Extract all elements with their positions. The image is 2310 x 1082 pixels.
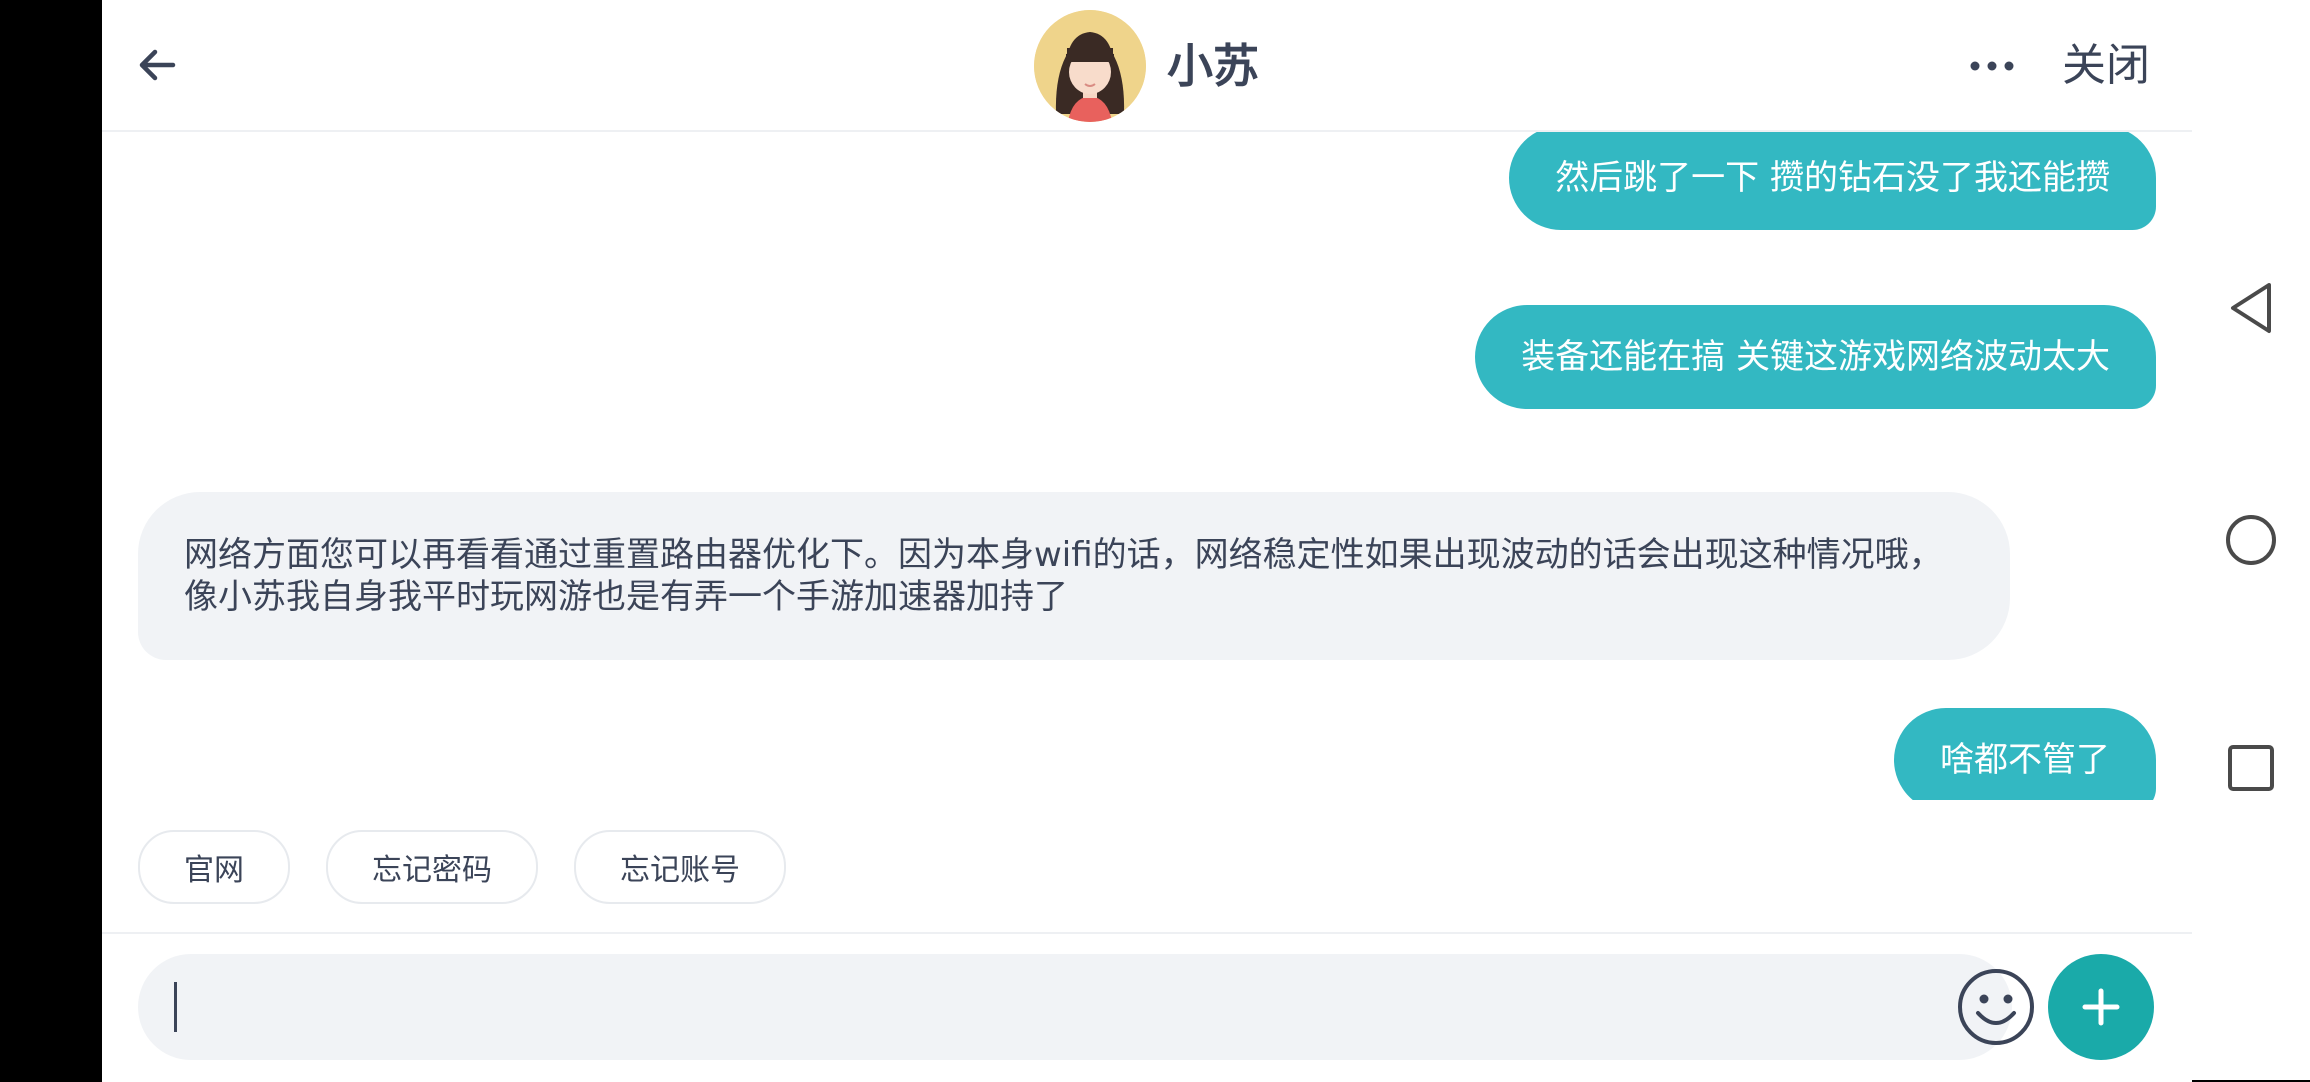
more-dots-icon xyxy=(1970,61,2014,71)
back-triangle-icon xyxy=(2231,283,2271,333)
quick-reply-chip[interactable]: 忘记密码 xyxy=(326,830,538,904)
chat-header: 小苏 关闭 xyxy=(102,0,2192,132)
recents-square-icon xyxy=(2228,745,2274,791)
message-text: 装备还能在搞 关键这游戏网络波动太大 xyxy=(1521,337,2110,377)
back-button[interactable] xyxy=(122,25,192,105)
more-button[interactable] xyxy=(1957,36,2027,96)
smiley-icon xyxy=(1958,969,2034,1045)
add-attachment-button[interactable] xyxy=(2048,954,2154,1060)
quick-reply-chip[interactable]: 忘记账号 xyxy=(574,830,786,904)
avatar xyxy=(1034,10,1146,122)
system-back-button[interactable] xyxy=(2192,263,2310,353)
plus-icon xyxy=(2082,988,2120,1026)
user-message: 然后跳了一下 攒的钻石没了我还能攒 xyxy=(1509,132,2156,230)
message-text: 然后跳了一下 攒的钻石没了我还能攒 xyxy=(1555,158,2110,198)
quick-reply-bar: 官网 忘记密码 忘记账号 xyxy=(138,830,786,904)
back-arrow-icon xyxy=(139,49,176,81)
system-nav-bar xyxy=(2192,0,2310,1080)
composer xyxy=(102,932,2192,1082)
user-message: 装备还能在搞 关键这游戏网络波动太大 xyxy=(1475,305,2156,409)
message-text: 啥都不管了 xyxy=(1940,740,2110,780)
close-button[interactable]: 关闭 xyxy=(2062,36,2150,96)
home-circle-icon xyxy=(2226,515,2276,565)
message-text: 网络方面您可以再看看通过重置路由器优化下。因为本身wifi的话，网络稳定性如果出… xyxy=(184,535,1943,617)
message-list[interactable]: 然后跳了一下 攒的钻石没了我还能攒 装备还能在搞 关键这游戏网络波动太大 网络方… xyxy=(102,132,2192,800)
message-input-box[interactable] xyxy=(138,954,2034,1060)
left-edge xyxy=(0,0,102,1080)
quick-reply-chip[interactable]: 官网 xyxy=(138,830,290,904)
chat-app: 小苏 关闭 然后跳了一下 攒的钻石没了我还能攒 装备还能在搞 关键这游戏网络波动… xyxy=(102,0,2192,1082)
agent-message: 网络方面您可以再看看通过重置路由器优化下。因为本身wifi的话，网络稳定性如果出… xyxy=(138,492,2010,660)
system-home-button[interactable] xyxy=(2192,495,2310,585)
system-recents-button[interactable] xyxy=(2192,723,2310,813)
user-message: 啥都不管了 xyxy=(1894,708,2156,800)
page-title: 小苏 xyxy=(1167,39,1259,93)
message-input[interactable] xyxy=(168,974,1872,1042)
screen: 小苏 关闭 然后跳了一下 攒的钻石没了我还能攒 装备还能在搞 关键这游戏网络波动… xyxy=(0,0,2310,1082)
emoji-button[interactable] xyxy=(1954,965,2038,1049)
